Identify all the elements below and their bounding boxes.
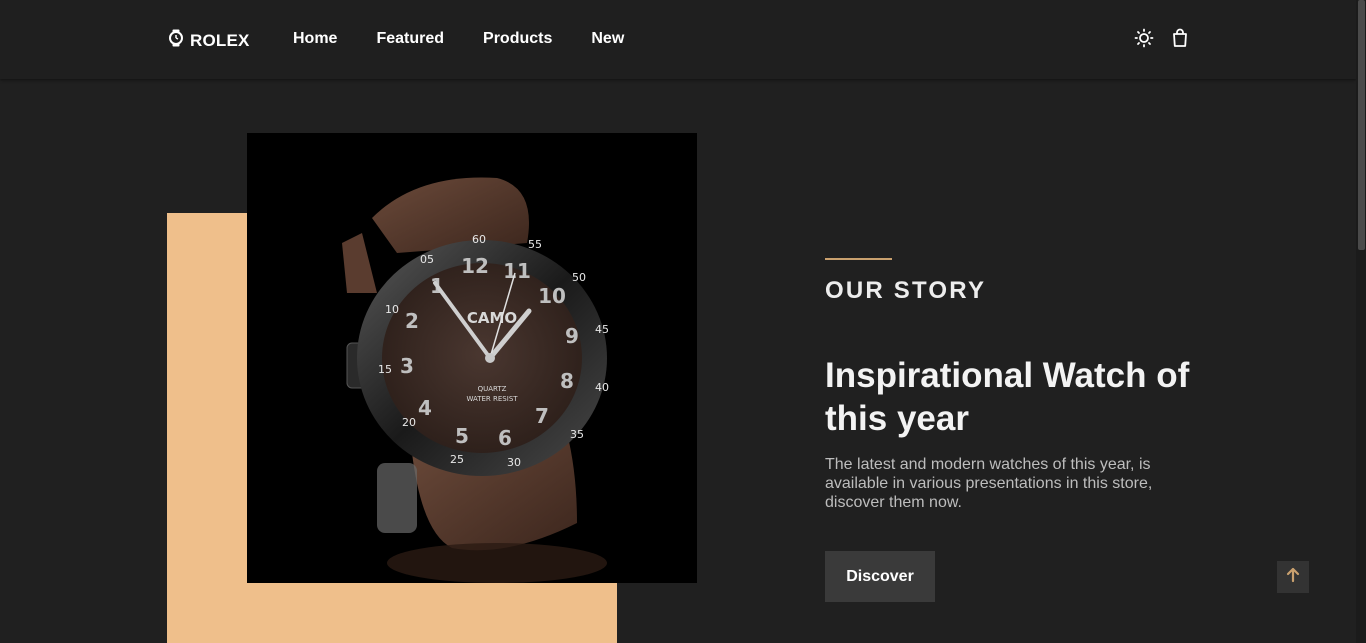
svg-text:QUARTZ: QUARTZ [478,385,507,393]
dial-numeral: 10 [538,284,566,308]
svg-text:60: 60 [472,233,486,246]
nav-featured[interactable]: Featured [376,30,444,48]
header-actions [1134,28,1190,48]
svg-text:30: 30 [507,456,521,469]
nav-new[interactable]: New [591,30,624,48]
svg-text:35: 35 [570,428,584,441]
hero-description: The latest and modern watches of this ye… [825,456,1153,511]
hero-headline: Inspirational Watch of this year [825,356,1190,438]
section-kicker: OUR STORY [825,277,987,304]
brand-name: ROLEX [190,30,250,50]
svg-text:15: 15 [378,363,392,376]
dial-numeral: 4 [418,396,432,420]
watch-icon [168,29,184,52]
sun-icon[interactable] [1134,28,1154,48]
dial-numeral: 12 [461,254,489,278]
scrollbar-thumb[interactable] [1358,0,1365,250]
discover-button[interactable]: Discover [825,551,935,602]
scroll-top-button[interactable] [1277,561,1309,593]
arrow-up-icon [1286,567,1300,588]
svg-text:40: 40 [595,381,609,394]
watch-photo: 12 11 10 9 8 7 6 5 4 3 2 1 60 55 50 45 4… [247,133,697,583]
nav-products[interactable]: Products [483,30,552,48]
svg-text:WATER RESIST: WATER RESIST [466,395,518,403]
dial-numeral: 11 [503,259,531,283]
svg-text:45: 45 [595,323,609,336]
svg-text:55: 55 [528,238,542,251]
main-nav: Home Featured Products New [293,30,624,48]
svg-text:20: 20 [402,416,416,429]
nav-home[interactable]: Home [293,30,337,48]
dial-numeral: 9 [565,324,579,348]
svg-text:CAMO: CAMO [467,309,517,327]
shopping-bag-icon[interactable] [1170,28,1190,48]
dial-numeral: 7 [535,404,549,428]
page-scrollbar[interactable] [1356,0,1366,643]
brand-logo[interactable]: ROLEX [168,29,250,52]
dial-numeral: 5 [455,424,469,448]
dial-numeral: 8 [560,369,574,393]
svg-text:25: 25 [450,453,464,466]
site-header: ROLEX Home Featured Products New [0,0,1356,79]
svg-text:50: 50 [572,271,586,284]
section-divider [825,258,892,260]
svg-text:10: 10 [385,303,399,316]
dial-numeral: 2 [405,309,419,333]
svg-text:05: 05 [420,253,434,266]
dial-numeral: 3 [400,354,414,378]
dial-numeral: 6 [498,426,512,450]
